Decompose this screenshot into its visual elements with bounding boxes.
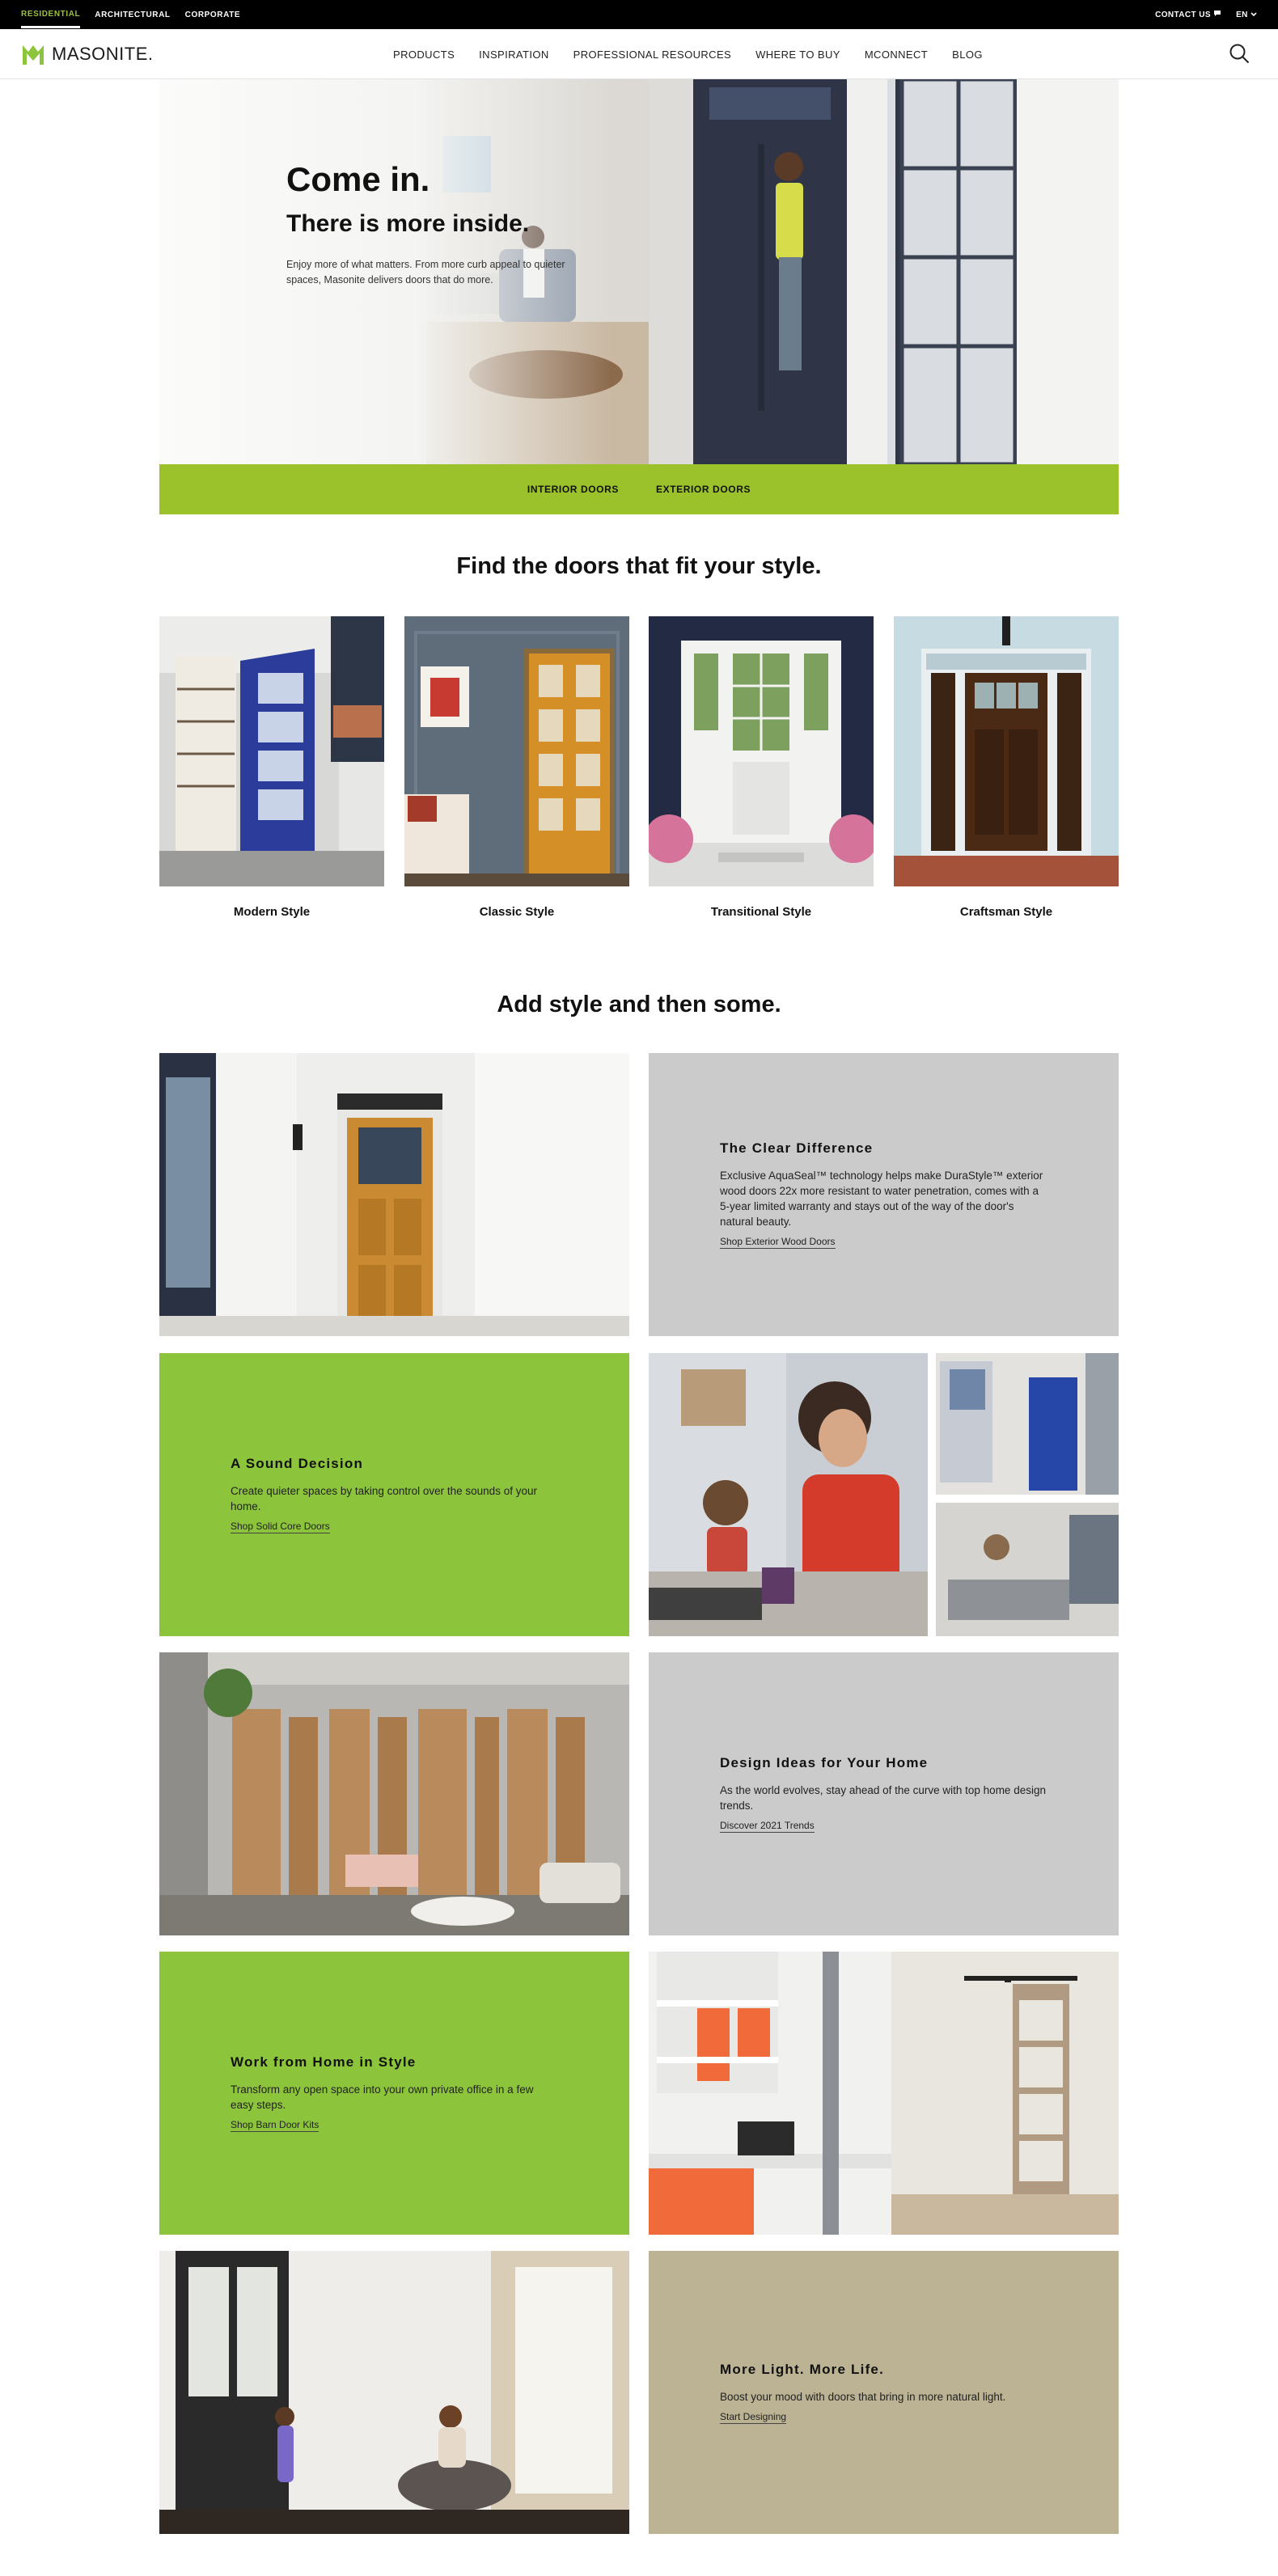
contact-us-label: CONTACT US [1155, 11, 1211, 19]
shop-exterior-wood-doors-link[interactable]: Shop Exterior Wood Doors [720, 1236, 836, 1249]
hero-banner: Come in. There is more inside. Enjoy mor… [159, 79, 1119, 464]
site-switcher: RESIDENTIAL ARCHITECTURAL CORPORATE [21, 0, 240, 29]
style-label-modern: Modern Style [233, 905, 311, 919]
hero-body: Enjoy more of what matters. From more cu… [286, 259, 565, 286]
language-label: EN [1236, 10, 1248, 19]
transitional-door-image [645, 616, 878, 886]
design-ideas-body: As the world evolves, stay ahead of the … [720, 1784, 1046, 1812]
search-icon[interactable] [1228, 42, 1250, 65]
clear-difference-title: The Clear Difference [720, 1140, 874, 1156]
home-office-collage-image [649, 1353, 1119, 1636]
nav-item-professional-resources[interactable]: PROFESSIONAL RESOURCES [573, 49, 731, 61]
nav-item-where-to-buy[interactable]: WHERE TO BUY [755, 49, 840, 61]
discover-trends-link[interactable]: Discover 2021 Trends [720, 1820, 815, 1833]
hero-title: Come in. [286, 160, 430, 198]
site-link-corporate[interactable]: CORPORATE [185, 11, 241, 19]
style-card-classic[interactable]: Classic Style [404, 616, 629, 919]
nav-item-blog[interactable]: BLOG [952, 49, 983, 61]
more-light-title: More Light. More Life. [720, 2361, 885, 2377]
nav-item-products[interactable]: PRODUCTS [393, 49, 455, 61]
style-label-craftsman: Craftsman Style [959, 905, 1053, 919]
language-selector[interactable]: EN [1236, 11, 1257, 19]
brand-name: MASONITE. [52, 44, 154, 64]
utility-bar: RESIDENTIAL ARCHITECTURAL CORPORATE CONT… [0, 0, 1278, 29]
craftsman-door-image [894, 616, 1119, 886]
sound-decision-panel: A Sound Decision Create quieter spaces b… [159, 1353, 629, 1636]
style-card-transitional[interactable]: Transitional Style [645, 616, 878, 919]
clear-difference-body: Exclusive AquaSeal™ technology helps mak… [720, 1170, 1043, 1228]
classic-door-image [404, 616, 629, 886]
design-ideas-title: Design Ideas for Your Home [720, 1755, 929, 1770]
shop-solid-core-doors-link[interactable]: Shop Solid Core Doors [231, 1521, 330, 1533]
interior-doors-link[interactable]: INTERIOR DOORS [527, 484, 619, 495]
work-from-home-title: Work from Home in Style [231, 2054, 417, 2070]
door-type-bar: INTERIOR DOORS EXTERIOR DOORS [159, 464, 1119, 514]
primary-menu: PRODUCTS INSPIRATION PROFESSIONAL RESOUR… [393, 29, 983, 79]
main-navigation: MASONITE. PRODUCTS INSPIRATION PROFESSIO… [0, 29, 1278, 79]
chevron-down-icon [1250, 11, 1257, 16]
design-ideas-panel: Design Ideas for Your Home As the world … [649, 1652, 1119, 1935]
start-designing-link[interactable]: Start Designing [720, 2411, 787, 2424]
style-label-classic: Classic Style [479, 905, 555, 919]
styles-heading: Find the doors that fit your style. [456, 553, 822, 579]
work-from-home-panel: Work from Home in Style Transform any op… [159, 1952, 629, 2235]
site-link-residential[interactable]: RESIDENTIAL [21, 1, 81, 28]
exterior-doors-link[interactable]: EXTERIOR DOORS [656, 484, 751, 495]
more-light-panel: More Light. More Life. Boost your mood w… [649, 2251, 1119, 2534]
masonite-logo[interactable]: MASONITE. [21, 42, 154, 66]
clear-difference-panel: The Clear Difference Exclusive AquaSeal™… [649, 1053, 1119, 1336]
modern-door-image [159, 616, 384, 886]
more-light-body: Boost your mood with doors that bring in… [720, 2390, 1006, 2403]
masonite-m-icon [23, 45, 44, 65]
hero-subtitle: There is more inside. [286, 210, 530, 237]
contact-us-link[interactable]: CONTACT US [1155, 10, 1221, 19]
barn-door-office-image [649, 1952, 1119, 2235]
pivot-doors-living-room-image [159, 1652, 629, 1935]
features-heading: Add style and then some. [497, 992, 781, 1017]
wood-exterior-door-image [159, 1053, 629, 1336]
chat-bubble-icon [1214, 11, 1221, 16]
style-card-modern[interactable]: Modern Style [159, 616, 384, 919]
nav-item-mconnect[interactable]: MCONNECT [865, 49, 928, 61]
style-card-craftsman[interactable]: Craftsman Style [894, 616, 1119, 919]
glass-french-doors-image [159, 2251, 629, 2534]
shop-barn-door-kits-link[interactable]: Shop Barn Door Kits [231, 2119, 320, 2132]
nav-item-inspiration[interactable]: INSPIRATION [479, 49, 549, 61]
sound-decision-title: A Sound Decision [231, 1456, 364, 1471]
style-label-transitional: Transitional Style [710, 905, 812, 919]
work-from-home-body: Transform any open space into your own p… [231, 2083, 534, 2111]
sound-decision-body: Create quieter spaces by taking control … [231, 1485, 537, 1512]
site-link-architectural[interactable]: ARCHITECTURAL [95, 11, 170, 19]
